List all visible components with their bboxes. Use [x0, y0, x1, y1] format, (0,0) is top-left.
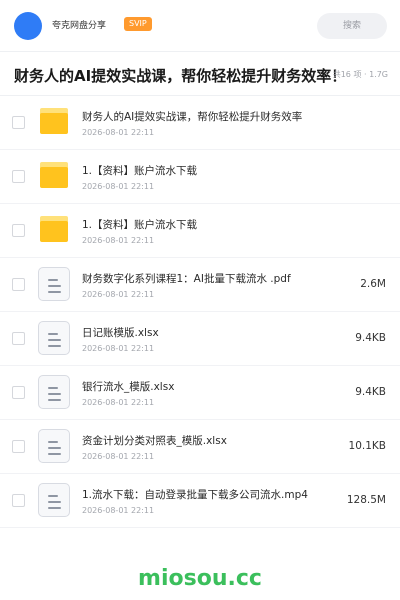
file-size: 10.1KB — [348, 440, 386, 452]
file-size: 9.4KB — [355, 386, 386, 398]
file-size: 2.6M — [360, 278, 386, 290]
file-date: 2026-08-01 22:11 — [82, 452, 155, 461]
list-item[interactable]: 财务数字化系列课程1：AI批量下载流水 .pdf 2026-08-01 22:1… — [0, 258, 400, 312]
file-date: 2026-08-01 22:11 — [82, 236, 155, 245]
svip-badge: SVIP — [124, 17, 152, 31]
list-item[interactable]: 1.流水下载：自动登录批量下载多公司流水.mp4 2026-08-01 22:1… — [0, 474, 400, 528]
list-item[interactable]: 资金计划分类对照表_模版.xlsx 2026-08-01 22:11 10.1K… — [0, 420, 400, 474]
file-name: 财务数字化系列课程1：AI批量下载流水 .pdf — [82, 273, 291, 285]
file-date: 2026-08-01 22:11 — [82, 506, 155, 515]
file-name: 资金计划分类对照表_模版.xlsx — [82, 435, 227, 447]
document-icon — [38, 267, 70, 301]
checkbox[interactable] — [12, 440, 25, 453]
search-button[interactable]: 搜索 — [317, 13, 387, 39]
file-date: 2026-08-01 22:11 — [82, 398, 155, 407]
share-title: 夸克网盘分享 — [52, 21, 107, 31]
file-name: 1.流水下载：自动登录批量下载多公司流水.mp4 — [82, 489, 308, 501]
file-name: 银行流水_模版.xlsx — [82, 381, 175, 393]
page-title: 财务人的AI提效实战课，帮你轻松提升财务效率！ — [14, 67, 347, 85]
checkbox[interactable] — [12, 386, 25, 399]
file-size: 9.4KB — [355, 332, 386, 344]
file-list: 财务人的AI提效实战课，帮你轻松提升财务效率 2026-08-01 22:11 … — [0, 96, 400, 528]
avatar[interactable] — [14, 12, 42, 40]
checkbox[interactable] — [12, 224, 25, 237]
document-icon — [38, 483, 70, 517]
folder-icon — [40, 162, 68, 188]
file-date: 2026-08-01 22:11 — [82, 290, 155, 299]
watermark-text: miosou.cc — [138, 566, 262, 591]
document-icon — [38, 375, 70, 409]
checkbox[interactable] — [12, 494, 25, 507]
checkbox[interactable] — [12, 332, 25, 345]
file-date: 2026-08-01 22:11 — [82, 344, 155, 353]
title-bar: 财务人的AI提效实战课，帮你轻松提升财务效率！ 共16 项 · 1.7G — [0, 52, 400, 96]
list-item[interactable]: 日记账模版.xlsx 2026-08-01 22:11 9.4KB — [0, 312, 400, 366]
file-name: 日记账模版.xlsx — [82, 327, 159, 339]
checkbox[interactable] — [12, 116, 25, 129]
list-item[interactable]: 财务人的AI提效实战课，帮你轻松提升财务效率 2026-08-01 22:11 — [0, 96, 400, 150]
document-icon — [38, 321, 70, 355]
folder-icon — [40, 108, 68, 134]
list-item[interactable]: 1.【资料】账户流水下载 2026-08-01 22:11 — [0, 150, 400, 204]
checkbox[interactable] — [12, 278, 25, 291]
file-date: 2026-08-01 22:11 — [82, 128, 155, 137]
list-item[interactable]: 银行流水_模版.xlsx 2026-08-01 22:11 9.4KB — [0, 366, 400, 420]
file-date: 2026-08-01 22:11 — [82, 182, 155, 191]
header-bar: 夸克网盘分享 SVIP 搜索 — [0, 0, 400, 52]
document-icon — [38, 429, 70, 463]
file-size: 128.5M — [346, 494, 386, 506]
file-name: 财务人的AI提效实战课，帮你轻松提升财务效率 — [82, 111, 303, 123]
list-item[interactable]: 1.【资料】账户流水下载 2026-08-01 22:11 — [0, 204, 400, 258]
file-name: 1.【资料】账户流水下载 — [82, 219, 198, 231]
file-name: 1.【资料】账户流水下载 — [82, 165, 198, 177]
file-count-size: 共16 项 · 1.7G — [332, 70, 388, 79]
checkbox[interactable] — [12, 170, 25, 183]
folder-icon — [40, 216, 68, 242]
